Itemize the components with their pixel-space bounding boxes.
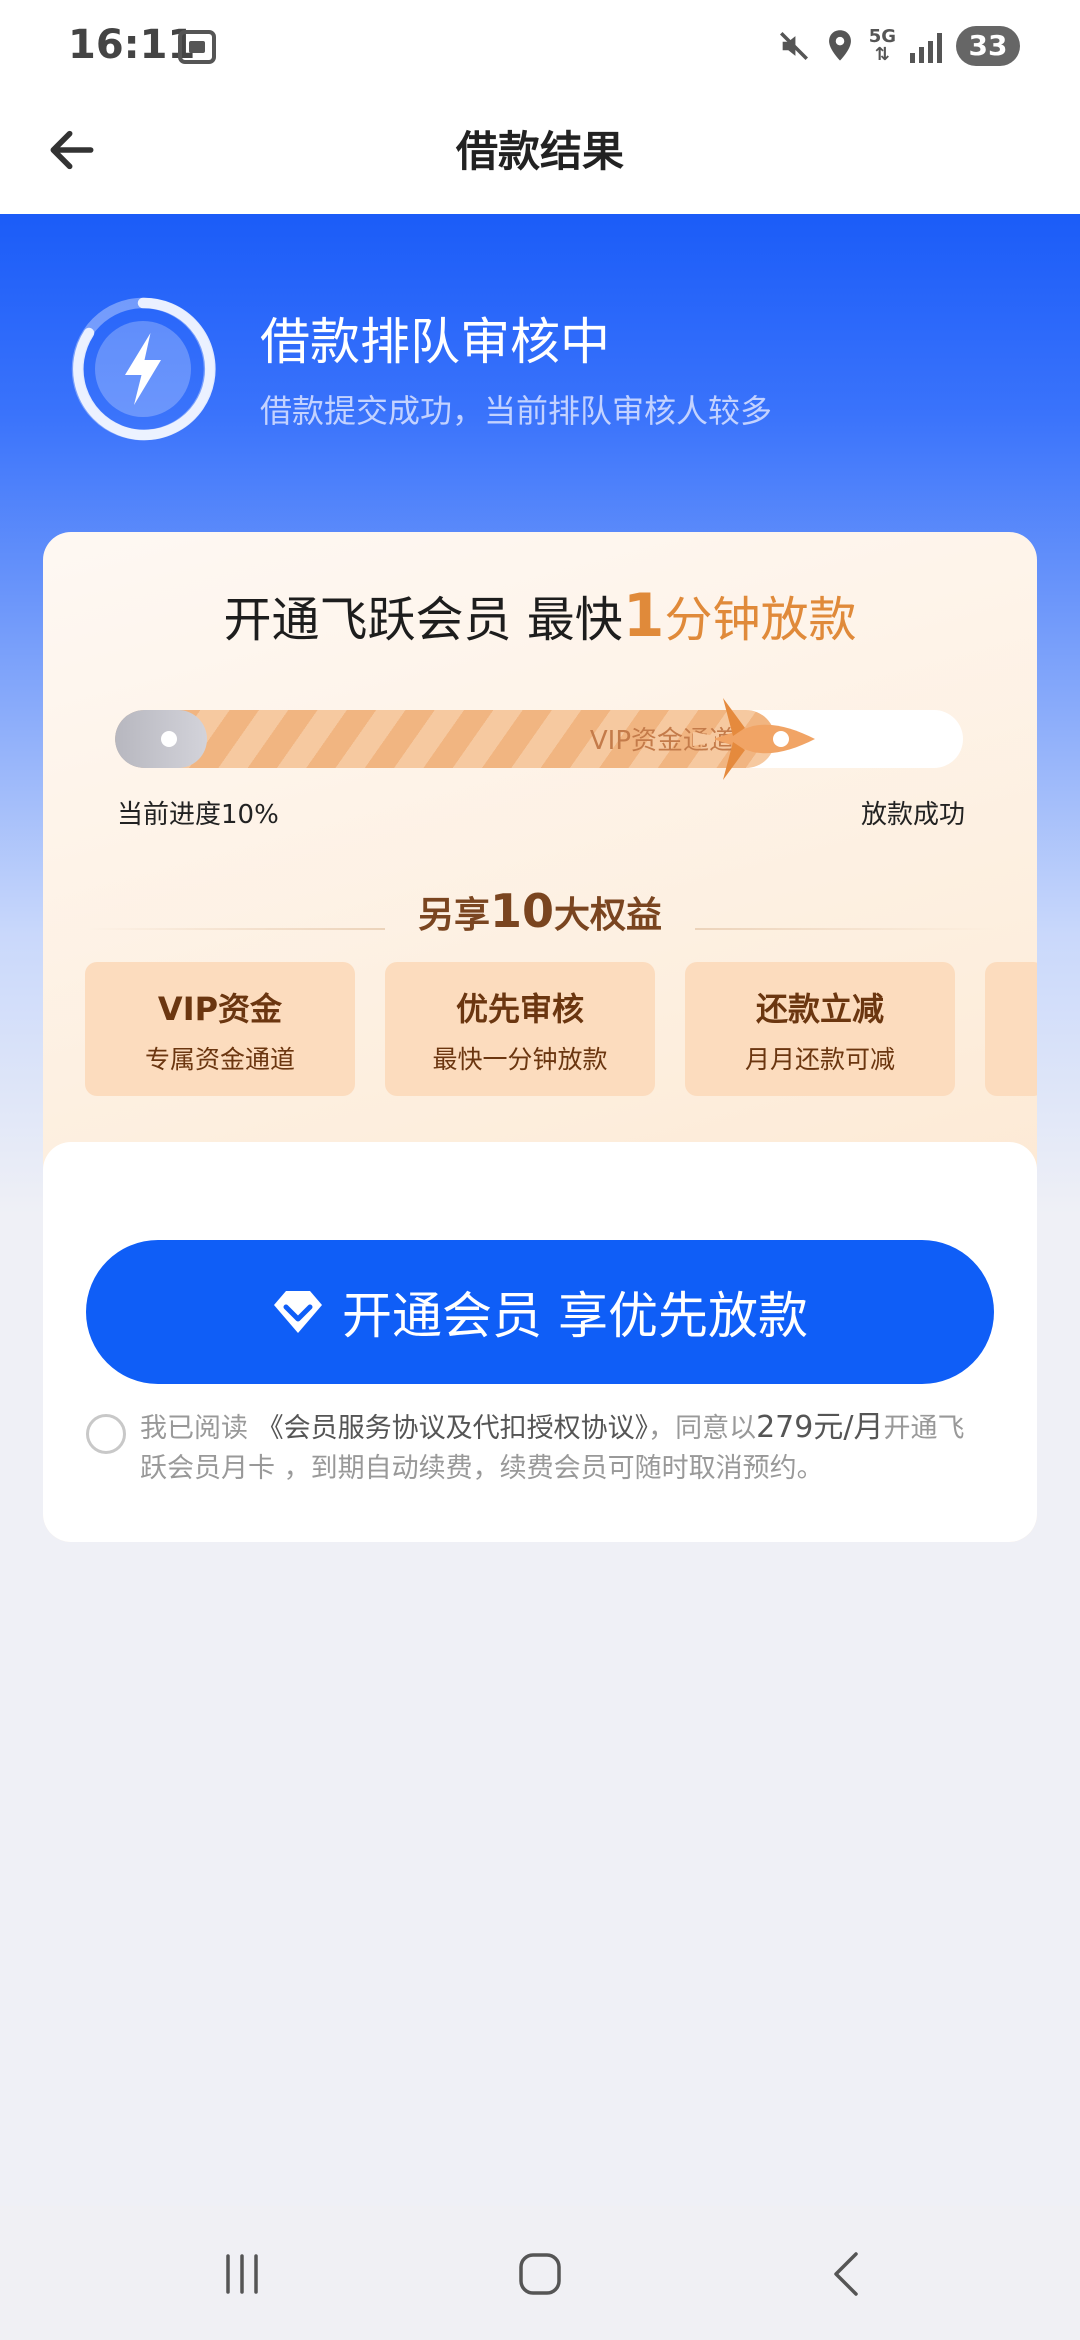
mute-icon — [779, 31, 808, 61]
system-back-icon[interactable] — [820, 2246, 876, 2302]
agreement-middle: ，同意以 — [648, 1413, 757, 1444]
benefits-title: 另享10大权益 — [43, 884, 1037, 938]
benefit-tile-partial — [985, 962, 1037, 1096]
agreement-checkbox[interactable] — [86, 1414, 126, 1454]
top-nav-bar: 借款结果 — [0, 100, 1080, 214]
benefit-desc: 专属资金通道 — [144, 1045, 295, 1074]
screenshot-icon — [178, 30, 216, 64]
agreement-price: 279元/月 — [756, 1410, 884, 1445]
system-nav-bar — [0, 2206, 1080, 2340]
headline-suffix: 分钟放款 — [664, 592, 857, 648]
lightning-ring-icon — [71, 297, 216, 441]
diamond-icon — [274, 1291, 323, 1333]
progress-label: 当前进度10% — [117, 800, 279, 830]
page-title: 借款结果 — [455, 127, 624, 176]
benefit-tile-priority-review: 优先审核 最快一分钟放款 — [385, 962, 655, 1096]
progress-track: VIP资金通道 — [115, 710, 963, 768]
benefits-prefix: 另享 — [417, 895, 490, 936]
benefit-desc: 月月还款可减 — [744, 1045, 895, 1074]
progress-end-label: 放款成功 — [860, 800, 965, 830]
benefit-title: 优先审核 — [455, 990, 584, 1028]
rocket-icon — [693, 698, 815, 780]
home-icon[interactable] — [512, 2246, 568, 2302]
status-subtitle: 借款提交成功，当前排队审核人较多 — [260, 392, 773, 430]
signal-icon — [910, 29, 942, 63]
agreement-link[interactable]: 《会员服务协议及代扣授权协议》 — [257, 1413, 649, 1444]
open-membership-label: 开通会员 享优先放款 — [342, 1287, 808, 1345]
track-label: VIP资金通道 — [589, 726, 735, 756]
status-time: 16:11 — [68, 22, 196, 68]
benefit-title: VIP资金 — [157, 990, 283, 1028]
battery-indicator: 33 — [956, 26, 1020, 66]
open-membership-button[interactable]: 开通会员 享优先放款 — [86, 1240, 994, 1384]
headline-prefix: 开通飞跃会员 最快 — [223, 592, 623, 648]
agreement-prefix: 我已阅读 — [140, 1413, 257, 1444]
benefit-tile-vip-fund: VIP资金 专属资金通道 — [85, 962, 355, 1096]
status-bar: 16:11 5G ⇅ 33 — [0, 0, 1080, 100]
benefits-suffix: 大权益 — [554, 895, 663, 936]
recent-apps-icon[interactable] — [214, 2246, 270, 2302]
benefits-number: 10 — [489, 884, 554, 938]
benefit-title: 还款立减 — [755, 990, 884, 1028]
benefit-tiles[interactable]: VIP资金 专属资金通道 优先审核 最快一分钟放款 还款立减 月月还款可减 — [85, 962, 1037, 1096]
agreement-text: 我已阅读 《会员服务协议及代扣授权协议》，同意以279元/月开通飞跃会员月卡 ，… — [140, 1408, 972, 1489]
status-title: 借款排队审核中 — [260, 313, 610, 371]
benefit-tile-repay-discount: 还款立减 月月还款可减 — [685, 962, 955, 1096]
network-indicator: 5G ⇅ — [869, 28, 896, 64]
benefit-desc: 最快一分钟放款 — [432, 1045, 608, 1074]
headline-number: 1 — [622, 581, 665, 651]
status-icons: 5G ⇅ 33 — [777, 26, 1020, 66]
data-arrows-icon: ⇅ — [874, 44, 890, 65]
location-icon — [828, 30, 851, 61]
promo-headline: 开通飞跃会员 最快1分钟放款 — [43, 580, 1037, 651]
